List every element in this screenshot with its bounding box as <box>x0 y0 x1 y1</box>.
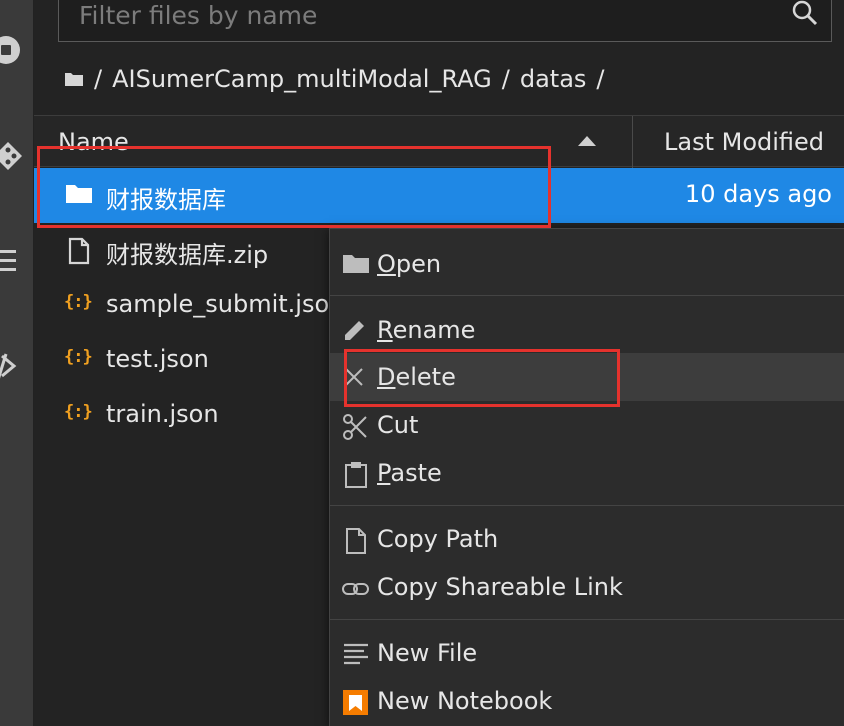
sort-ascending-icon[interactable] <box>578 136 596 146</box>
menu-mnemonic: P <box>377 459 391 487</box>
context-menu: Open Rename Delete Cut Paste Copy Path C… <box>329 228 844 726</box>
json-icon: {:} <box>64 402 93 422</box>
menu-item-copy-path[interactable]: Copy Path <box>330 515 844 563</box>
json-icon: {:} <box>64 292 93 312</box>
file-modified: 10 days ago <box>684 180 832 208</box>
menu-item-label: Cut <box>377 411 419 439</box>
menu-mnemonic: O <box>377 250 396 278</box>
annotation-highlight-folder <box>37 146 551 228</box>
menu-separator <box>330 619 844 620</box>
annotation-highlight-delete <box>344 349 620 407</box>
menu-item-label: New Notebook <box>377 687 553 715</box>
menu-separator <box>330 295 844 296</box>
breadcrumb-item-project[interactable]: AISumerCamp_multiModal_RAG <box>112 65 492 93</box>
file-icon <box>346 528 366 554</box>
menu-item-label: Copy Shareable Link <box>377 573 623 601</box>
file-icon <box>68 237 90 265</box>
pencil-icon <box>345 321 364 340</box>
scissors-icon <box>343 414 367 440</box>
menu-item-label: aste <box>390 459 442 487</box>
json-icon: {:} <box>64 347 93 367</box>
link-icon <box>342 583 369 595</box>
menu-item-label: ename <box>392 316 476 344</box>
menu-item-cut[interactable]: Cut <box>330 401 844 449</box>
breadcrumb-separator: / <box>596 65 605 93</box>
menu-item-label: pen <box>395 250 442 278</box>
menu-item-open[interactable]: Open <box>330 240 844 288</box>
menu-item-rename[interactable]: Rename <box>330 306 844 354</box>
filter-placeholder: Filter files by name <box>79 1 318 30</box>
file-name: train.json <box>106 400 219 428</box>
table-of-contents-icon[interactable] <box>0 246 34 276</box>
menu-item-label: New File <box>377 639 478 667</box>
breadcrumb-separator: / <box>94 65 103 93</box>
file-name: sample_submit.json <box>106 290 345 318</box>
column-divider[interactable] <box>632 116 633 168</box>
code-icon[interactable] <box>0 350 34 384</box>
menu-item-new-file[interactable]: New File <box>330 629 844 677</box>
git-icon[interactable] <box>0 136 34 176</box>
menu-mnemonic: R <box>377 316 393 344</box>
menu-separator <box>330 505 844 506</box>
menu-item-new-notebook[interactable]: New Notebook <box>330 677 844 725</box>
text-file-icon <box>344 643 368 665</box>
breadcrumb-item-datas[interactable]: datas <box>520 65 587 93</box>
filter-input[interactable]: Filter files by name <box>58 0 832 42</box>
clipboard-icon <box>345 462 367 488</box>
column-header-last-modified[interactable]: Last Modified <box>664 128 824 156</box>
menu-item-label: Copy Path <box>377 525 499 553</box>
running-icon[interactable] <box>0 30 34 70</box>
menu-item-copy-shareable-link[interactable]: Copy Shareable Link <box>330 563 844 611</box>
menu-item-paste[interactable]: Paste <box>330 449 844 497</box>
notebook-icon <box>343 690 368 715</box>
file-name: 财报数据库.zip <box>106 241 269 269</box>
file-name: test.json <box>106 345 209 373</box>
search-icon[interactable] <box>791 0 819 27</box>
activity-bar <box>0 0 34 726</box>
breadcrumb: / AISumerCamp_multiModal_RAG / datas / <box>64 62 615 96</box>
breadcrumb-separator: / <box>501 65 510 93</box>
folder-icon <box>343 255 369 273</box>
folder-icon[interactable] <box>64 71 84 87</box>
